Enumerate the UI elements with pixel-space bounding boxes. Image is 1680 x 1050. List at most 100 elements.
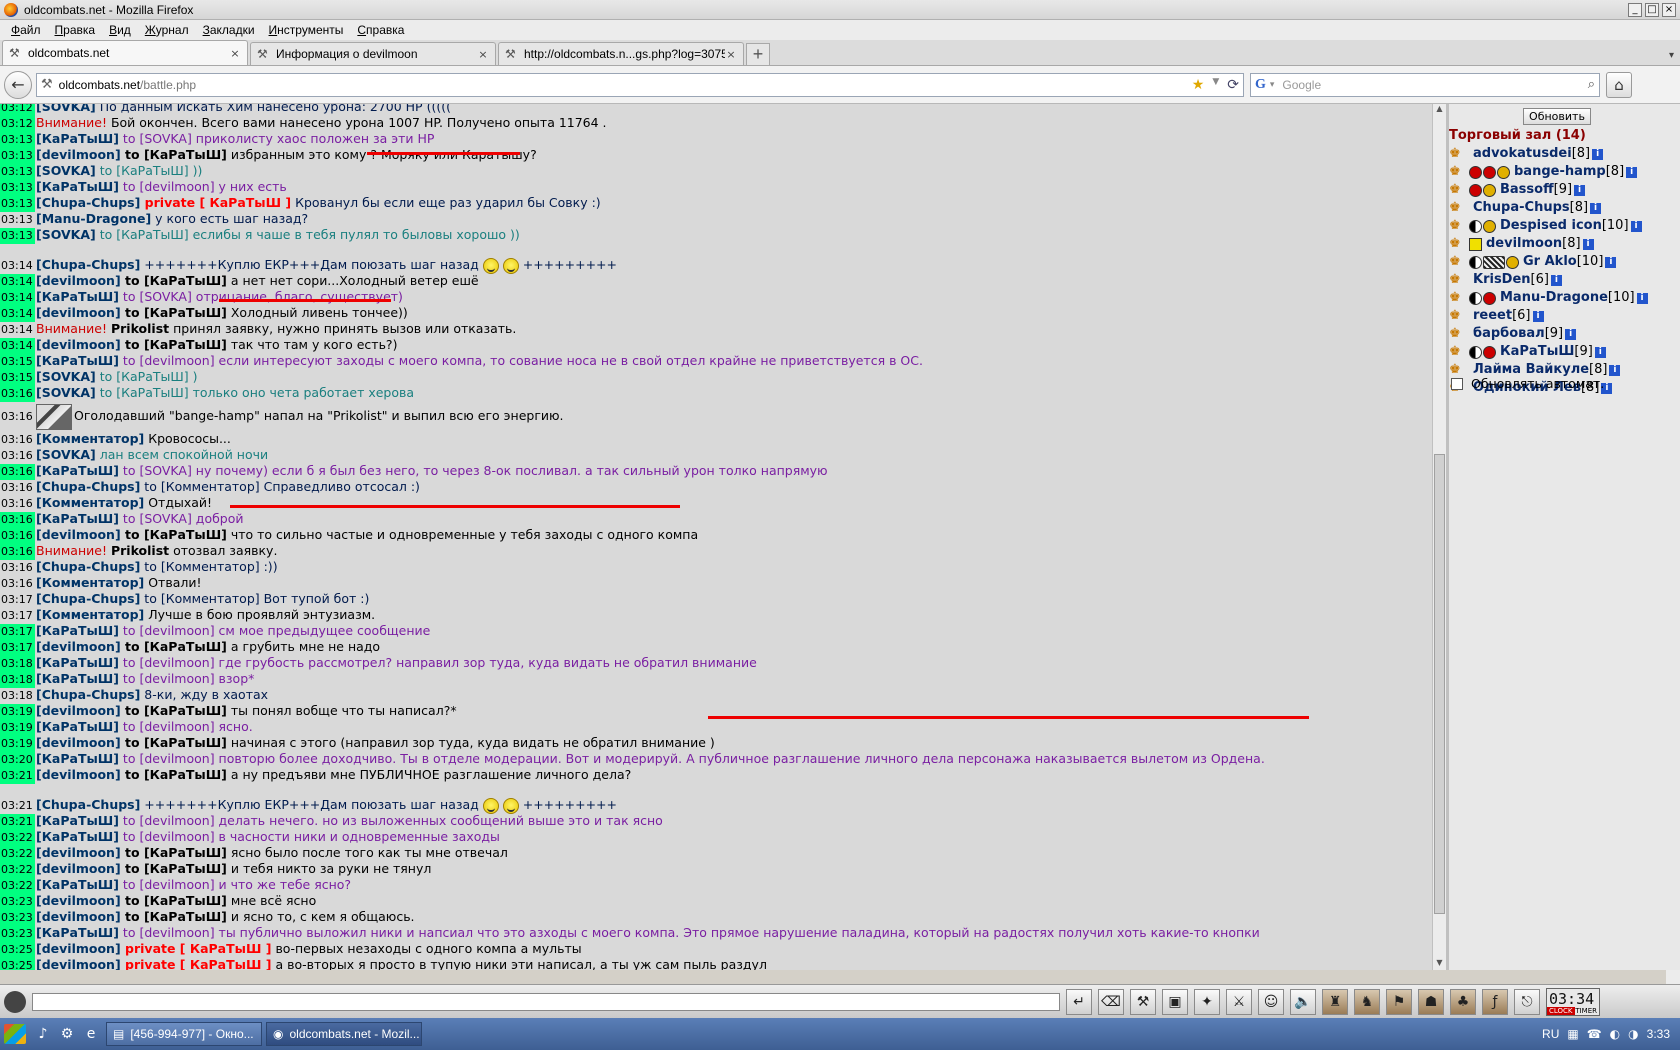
taskbar-item-icq[interactable]: ▤ [456-994-977] - Окно... (106, 1022, 262, 1046)
message-author[interactable]: [devilmoon] (36, 735, 121, 750)
message-author[interactable]: [Комментатор] (36, 431, 144, 446)
back-button[interactable]: ← (4, 70, 32, 99)
private-message-icon[interactable]: ♚ (1449, 145, 1469, 163)
clan-badge-icon[interactable] (1483, 165, 1496, 179)
message-author[interactable]: [КаРаТыШ] (36, 511, 119, 526)
clan-badge-icon[interactable] (1506, 255, 1519, 269)
tab-oldcombats[interactable]: ⚒ oldcombats.net × (2, 40, 248, 65)
menu-edit[interactable]: Правка (48, 23, 103, 37)
message-author[interactable]: [SOVKA] (36, 369, 96, 384)
clan-badge-icon[interactable] (1497, 165, 1510, 179)
private-message-icon[interactable]: ♚ (1449, 235, 1469, 253)
message-author[interactable]: [Комментатор] (36, 607, 144, 622)
tab-battle-log[interactable]: ⚒ http://oldcombats.n...gs.php?log=30750… (498, 42, 744, 65)
save-log-button[interactable]: ▣ (1162, 988, 1188, 1015)
exit-button[interactable]: ⎋ (1514, 988, 1540, 1015)
inventory-button[interactable]: ♜ (1322, 988, 1348, 1015)
site-identity-icon[interactable]: ⚒ (41, 77, 53, 92)
reload-icon[interactable]: ⟳ (1227, 77, 1239, 93)
message-author[interactable]: [devilmoon] (36, 861, 121, 876)
private-message-icon[interactable]: ♚ (1449, 181, 1469, 199)
clan-button[interactable]: ♣ (1450, 988, 1476, 1015)
private-message-icon[interactable]: ♚ (1449, 199, 1469, 217)
message-author[interactable]: [КаРаТыШ] (36, 353, 119, 368)
clan-badge-icon[interactable] (1469, 183, 1482, 197)
user-name[interactable]: KrisDen (1473, 271, 1531, 289)
message-author[interactable]: [КаРаТыШ] (36, 179, 119, 194)
url-history-dropdown-icon[interactable]: ▼ (1212, 77, 1219, 93)
message-author[interactable]: [devilmoon] (36, 957, 121, 970)
message-author[interactable]: [devilmoon] (36, 527, 121, 542)
message-author[interactable]: [devilmoon] (36, 337, 121, 352)
tab-devilmoon-info[interactable]: ⚒ Информация о devilmoon × (250, 42, 496, 65)
user-info-icon[interactable]: i (1594, 346, 1606, 358)
tab-close-icon[interactable]: × (725, 48, 737, 61)
menu-tools[interactable]: Инструменты (262, 23, 351, 37)
scrollbar-thumb[interactable] (1434, 454, 1445, 914)
tray-volume-icon[interactable]: ◑ (1628, 1027, 1638, 1041)
taskbar-item-firefox[interactable]: ◉ oldcombats.net - Mozil... (266, 1022, 422, 1046)
auto-refresh-checkbox[interactable] (1451, 377, 1463, 390)
clear-chat-button[interactable]: ⌫ (1098, 988, 1124, 1015)
scroll-up-icon[interactable]: ▲ (1433, 104, 1446, 116)
message-author[interactable]: [devilmoon] (36, 767, 121, 782)
user-info-icon[interactable]: i (1626, 166, 1638, 178)
message-author[interactable]: [SOVKA] (36, 227, 96, 242)
private-message-icon[interactable]: ♚ (1449, 217, 1469, 235)
quicklaunch-media-icon[interactable]: ♪ (34, 1025, 52, 1043)
google-icon[interactable]: G (1255, 77, 1266, 93)
message-author[interactable]: [SOVKA] (36, 104, 96, 114)
user-name[interactable]: bange-hamp (1514, 163, 1606, 181)
language-indicator[interactable]: RU (1542, 1027, 1559, 1041)
user-info-icon[interactable]: i (1592, 148, 1604, 160)
user-info-icon[interactable]: i (1609, 364, 1621, 376)
clan-badge-icon[interactable] (1483, 345, 1496, 359)
message-author[interactable]: [КаРаТыШ] (36, 655, 119, 670)
menu-bookmarks[interactable]: Закладки (196, 23, 262, 37)
message-author[interactable]: [SOVKA] (36, 163, 96, 178)
menu-view[interactable]: Вид (102, 23, 138, 37)
close-window-button[interactable]: × (1662, 2, 1676, 17)
user-name[interactable]: reeet (1473, 307, 1512, 325)
message-author[interactable]: [КаРаТыШ] (36, 751, 119, 766)
message-author[interactable]: [КаРаТыШ] (36, 623, 119, 638)
message-author[interactable]: [КаРаТыШ] (36, 925, 119, 940)
message-author[interactable]: [Chupa-Chups] (36, 195, 140, 210)
private-message-icon[interactable]: ♚ (1449, 163, 1469, 181)
smiles-button[interactable]: ☺ (1258, 988, 1284, 1015)
user-name[interactable]: КаРаТыШ (1500, 343, 1574, 361)
home-button[interactable]: ⌂ (1606, 71, 1632, 98)
message-author[interactable]: [Chupa-Chups] (36, 479, 140, 494)
message-author[interactable]: [Manu-Dragone] (36, 211, 151, 226)
search-engine-dropdown-icon[interactable]: ▾ (1270, 79, 1275, 90)
search-icon[interactable]: ⌕ (1588, 77, 1595, 92)
user-info-icon[interactable]: i (1574, 184, 1586, 196)
menu-file[interactable]: Файл (4, 23, 48, 37)
message-author[interactable]: [КаРаТыШ] (36, 289, 119, 304)
message-author[interactable]: [Комментатор] (36, 495, 144, 510)
private-message-icon[interactable]: ♚ (1449, 343, 1469, 361)
search-input[interactable]: G ▾ Google ⌕ (1250, 72, 1600, 97)
maximize-button[interactable]: □ (1645, 2, 1659, 17)
sound-button[interactable]: 🔈 (1290, 988, 1316, 1015)
quests-button[interactable]: ☗ (1418, 988, 1444, 1015)
message-author[interactable]: [Chupa-Chups] (36, 687, 140, 702)
message-author[interactable]: [КаРаТыШ] (36, 463, 119, 478)
private-message-icon[interactable]: ♚ (1449, 253, 1469, 271)
url-bar[interactable]: ⚒ oldcombats.net/battle.php ★ ▼ ⟳ (36, 72, 1244, 97)
message-author[interactable]: [devilmoon] (36, 893, 121, 908)
minimize-button[interactable]: _ (1628, 2, 1642, 17)
clan-badge-icon[interactable] (1483, 291, 1496, 305)
user-name[interactable]: Manu-Dragone (1500, 289, 1608, 307)
chat-icon[interactable] (4, 990, 26, 1013)
scroll-down-icon[interactable]: ▼ (1433, 958, 1446, 970)
user-info-icon[interactable]: i (1565, 328, 1577, 340)
clan-badge-icon[interactable] (1469, 237, 1482, 251)
message-author[interactable]: [devilmoon] (36, 305, 121, 320)
clan-badge-icon[interactable] (1483, 183, 1496, 197)
user-info-icon[interactable]: i (1582, 238, 1594, 250)
clan-badge-icon[interactable] (1469, 291, 1482, 305)
filter-button[interactable]: ⚒ (1130, 988, 1156, 1015)
message-author[interactable]: [Chupa-Chups] (36, 257, 140, 272)
message-author[interactable]: [devilmoon] (36, 639, 121, 654)
